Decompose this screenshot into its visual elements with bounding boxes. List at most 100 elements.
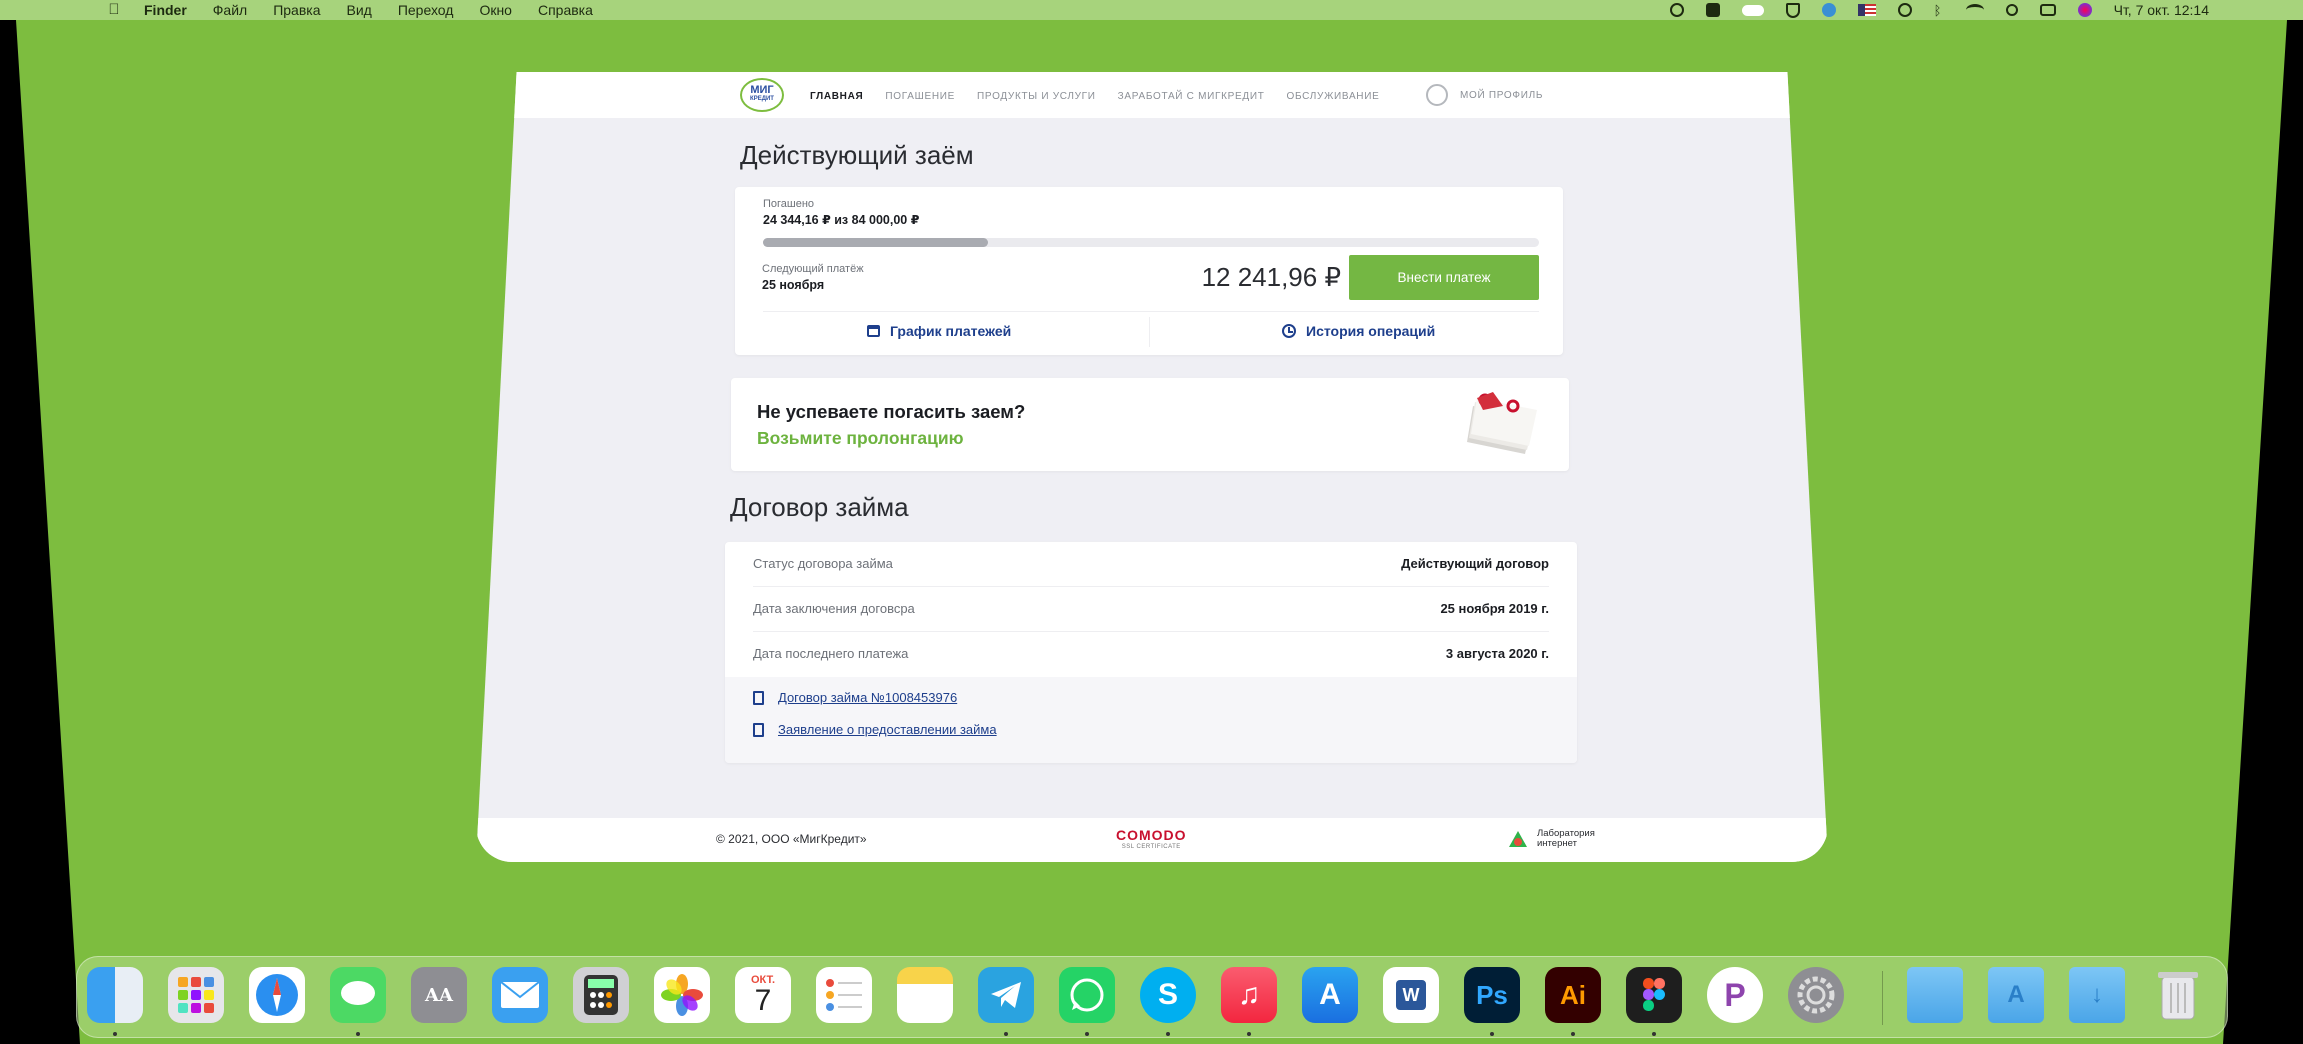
loan-agreement-label: Договор займа №1008453976: [778, 690, 958, 705]
siri-icon[interactable]: [2077, 3, 2092, 17]
menu-bar:  Finder Файл Правка Вид Переход Окно Сп…: [0, 0, 2303, 20]
folder-icon[interactable]: [1907, 967, 1963, 1023]
apple-icon[interactable]: : [106, 2, 122, 18]
contract-title: Договор займа: [730, 492, 909, 522]
last-payment-label: Дата последнего платежа: [753, 646, 909, 661]
nav-home[interactable]: ГЛАВНАЯ: [810, 91, 863, 102]
loan-application-label: Заявление о предоставлении займа: [778, 722, 997, 737]
word-icon[interactable]: W: [1383, 967, 1439, 1023]
photos-icon[interactable]: [654, 967, 710, 1023]
launchpad-icon[interactable]: [168, 967, 224, 1023]
paid-label: Погашено: [763, 198, 815, 210]
user-icon: [1426, 84, 1448, 106]
contract-row: Дата последнего платежа 3 августа 2020 г…: [725, 632, 1577, 677]
comodo-sub: SSL CERTIFICATE: [1121, 844, 1181, 850]
copyright-text: © 2021, ООО «МигКредит»: [716, 832, 867, 846]
contract-card: Статус договора займа Действующий догово…: [725, 542, 1577, 763]
lab-line2: интернет: [1537, 838, 1577, 849]
contract-status-value: Действующий договор: [1401, 556, 1549, 571]
nvidia-icon[interactable]: [1669, 3, 1684, 17]
mail-icon[interactable]: [492, 967, 548, 1023]
calendar-icon: [867, 325, 880, 337]
menu-file[interactable]: Файл: [213, 2, 247, 18]
applications-folder-icon[interactable]: A: [1988, 967, 2044, 1023]
messages-icon[interactable]: [330, 967, 386, 1023]
downloads-folder-icon[interactable]: ↓: [2069, 967, 2125, 1023]
nav-repayment[interactable]: ПОГАШЕНИЕ: [885, 91, 955, 102]
skype-icon[interactable]: S: [1140, 967, 1196, 1023]
telegram-icon[interactable]: [978, 967, 1034, 1023]
lab-internet-badge[interactable]: Лаборатория интернет: [1507, 828, 1595, 850]
photoshop-icon[interactable]: Ps: [1464, 967, 1520, 1023]
document-icon: [753, 690, 764, 705]
paid-value: 24 344,16 ₽ из 84 000,00 ₽: [763, 213, 920, 227]
font-book-icon[interactable]: AA: [411, 967, 467, 1023]
logo-text-bottom: КРЕДИТ: [750, 96, 774, 102]
reminders-icon[interactable]: [816, 967, 872, 1023]
repayment-progress-fill: [763, 238, 989, 247]
document-icon: [753, 722, 764, 737]
spotlight-icon[interactable]: [2005, 4, 2018, 16]
menu-go[interactable]: Переход: [398, 2, 454, 18]
logo-text-top: МИГ: [750, 84, 774, 96]
nav-products[interactable]: ПРОДУКТЫ И УСЛУГИ: [977, 91, 1096, 102]
menu-clock[interactable]: Чт, 7 окт. 12:14: [2114, 2, 2209, 18]
prolongation-question: Не успеваете погасить заем?: [757, 401, 1026, 422]
pasta-icon[interactable]: P: [1707, 967, 1763, 1023]
site-footer: © 2021, ООО «МигКредит» COMODO SSL CERTI…: [476, 818, 1828, 862]
menu-app-name[interactable]: Finder: [144, 2, 187, 18]
nav-earn[interactable]: ЗАРАБОТАЙ С МИГКРЕДИТ: [1118, 91, 1265, 102]
bluetooth-icon[interactable]: ᛒ: [1934, 4, 1944, 18]
menu-help[interactable]: Справка: [538, 2, 593, 18]
contract-row: Дата заключения договсра 25 ноября 2019 …: [725, 587, 1577, 632]
system-preferences-icon[interactable]: [1788, 967, 1844, 1023]
word-label: W: [1396, 980, 1426, 1010]
us-flag-icon[interactable]: [1857, 4, 1876, 16]
whatsapp-icon[interactable]: [1059, 967, 1115, 1023]
make-payment-button[interactable]: Внести платеж: [1349, 255, 1539, 300]
wifi-icon[interactable]: [1965, 4, 1984, 16]
next-payment-amount: 12 241,96 ₽: [1201, 262, 1341, 292]
lab-internet-icon: [1507, 828, 1529, 850]
prolongation-link[interactable]: Возьмите пролонгацию: [757, 428, 964, 449]
calculator-icon[interactable]: [573, 967, 629, 1023]
repayment-progress-bar: [763, 238, 1539, 247]
next-payment-date: 25 ноября: [762, 278, 825, 292]
active-loan-card: Погашено 24 344,16 ₽ из 84 000,00 ₽ След…: [735, 187, 1563, 355]
menu-view[interactable]: Вид: [347, 2, 372, 18]
cloud-icon[interactable]: [1741, 4, 1764, 16]
menu-edit[interactable]: Правка: [273, 2, 320, 18]
notes-icon[interactable]: [897, 967, 953, 1023]
figma-icon[interactable]: [1626, 967, 1682, 1023]
profile-link[interactable]: МОЙ ПРОФИЛЬ: [1426, 84, 1543, 106]
music-icon[interactable]: ♫: [1221, 967, 1277, 1023]
contract-status-label: Статус договора займа: [753, 556, 893, 571]
contract-documents: Договор займа №1008453976 Заявление о пр…: [725, 677, 1577, 763]
telegram-tray-icon[interactable]: [1821, 3, 1836, 17]
prolongation-banner[interactable]: Не успеваете погасить заем? Возьмите про…: [731, 378, 1569, 471]
check-app-icon[interactable]: [1705, 3, 1720, 17]
control-center-icon[interactable]: [2039, 4, 2056, 16]
nav-service[interactable]: ОБСЛУЖИВАНИЕ: [1287, 91, 1380, 102]
shield-icon[interactable]: [1785, 2, 1800, 18]
calendar-app-icon[interactable]: ОКТ. 7: [735, 967, 791, 1023]
comodo-badge[interactable]: COMODO SSL CERTIFICATE: [1116, 828, 1187, 853]
main-nav: ГЛАВНАЯ ПОГАШЕНИЕ ПРОДУКТЫ И УСЛУГИ ЗАРА…: [810, 91, 1380, 102]
loan-agreement-link[interactable]: Договор займа №1008453976: [753, 690, 957, 705]
operations-history-label: История операций: [1306, 323, 1436, 339]
play-icon[interactable]: [1897, 3, 1912, 17]
app-store-icon[interactable]: A: [1302, 967, 1358, 1023]
payment-schedule-link[interactable]: График платежей: [867, 323, 1011, 339]
loan-application-link[interactable]: Заявление о предоставлении займа: [753, 722, 997, 737]
trash-icon[interactable]: [2150, 967, 2206, 1023]
migcredit-logo[interactable]: МИГ КРЕДИТ: [740, 78, 784, 112]
clock-icon: [1282, 324, 1296, 338]
illustrator-icon[interactable]: Ai: [1545, 967, 1601, 1023]
finder-icon[interactable]: [87, 967, 143, 1023]
menu-window[interactable]: Окно: [479, 2, 512, 18]
operations-history-link[interactable]: История операций: [1282, 323, 1435, 339]
safari-icon[interactable]: [249, 967, 305, 1023]
browser-window: МИГ КРЕДИТ ГЛАВНАЯ ПОГАШЕНИЕ ПРОДУКТЫ И …: [476, 72, 1828, 862]
profile-label: МОЙ ПРОФИЛЬ: [1460, 89, 1544, 101]
contract-date-label: Дата заключения договсра: [753, 601, 915, 616]
